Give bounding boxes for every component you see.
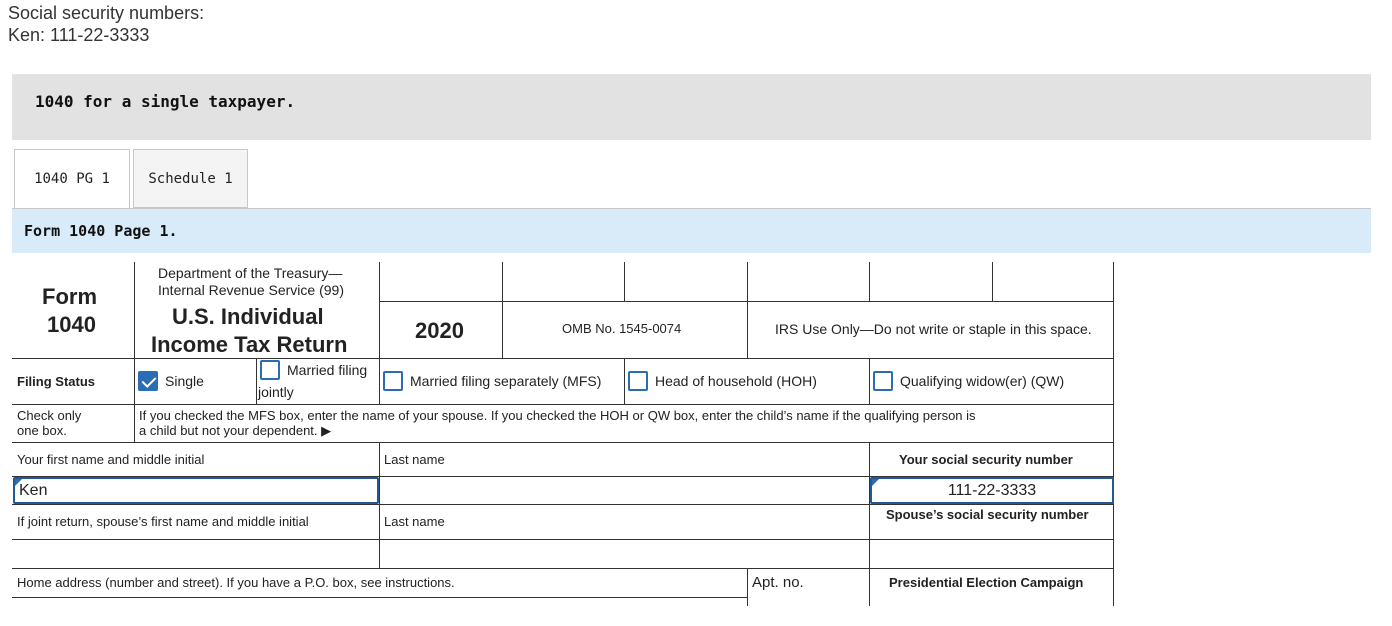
grid-line	[869, 568, 870, 606]
first-name-label: Your first name and middle initial	[17, 452, 205, 467]
grid-line	[12, 504, 1114, 505]
intro-text: Social security numbers: Ken: 111-22-333…	[8, 2, 204, 46]
qualifying-widow-checkbox[interactable]	[873, 371, 893, 391]
form-word: Form	[42, 284, 97, 309]
mfj-label-line-2: jointly	[258, 384, 294, 400]
grid-line	[869, 358, 870, 404]
single-label: Single	[165, 373, 204, 389]
grid-line	[12, 597, 748, 598]
grid-line	[12, 568, 1114, 569]
single-checkbox[interactable]	[138, 371, 158, 391]
problem-banner: 1040 for a single taxpayer.	[12, 74, 1371, 140]
field-marker-icon	[15, 479, 22, 486]
irs-use-only: IRS Use Only—Do not write or staple in t…	[775, 321, 1092, 337]
intro-line-2: Ken: 111-22-3333	[8, 25, 150, 45]
form-number: 1040	[47, 312, 96, 337]
tab-label: Schedule 1	[148, 170, 233, 187]
department-line-1: Department of the Treasury—	[158, 265, 343, 281]
department-line-2: Internal Revenue Service (99)	[158, 282, 344, 298]
qw-label: Qualifying widow(er) (QW)	[900, 373, 1065, 389]
ssn-label: Your social security number	[899, 452, 1073, 467]
spouse-ssn-label: Spouse’s social security number	[886, 507, 1089, 522]
intro-line-1: Social security numbers:	[8, 3, 205, 23]
grid-line	[624, 358, 625, 404]
grid-line	[747, 568, 748, 606]
section-header: Form 1040 Page 1.	[12, 209, 1371, 253]
grid-line	[379, 358, 380, 404]
spouse-ssn-input[interactable]	[870, 540, 1114, 568]
hoh-label: Head of household (HOH)	[655, 373, 817, 389]
grid-line	[747, 262, 748, 358]
check-only-line-1: Check only	[17, 408, 82, 423]
form-title-line-1: U.S. Individual	[172, 304, 324, 329]
filing-status-label: Filing Status	[17, 374, 95, 389]
grid-line	[12, 358, 1114, 359]
mfj-label-line-1: Married filing	[287, 362, 368, 378]
grid-line	[134, 262, 135, 442]
mfs-note-line-1: If you checked the MFS box, enter the na…	[139, 408, 976, 423]
grid-line	[379, 301, 1114, 302]
grid-line	[379, 262, 380, 358]
last-name-label: Last name	[384, 452, 445, 467]
apt-no-label: Apt. no.	[752, 574, 804, 591]
section-title: Form 1040 Page 1.	[24, 222, 178, 240]
spouse-last-name-label: Last name	[384, 514, 445, 529]
head-of-household-checkbox[interactable]	[628, 371, 648, 391]
grid-line	[12, 404, 1114, 405]
grid-line	[992, 262, 993, 302]
omb-number: OMB No. 1545-0074	[562, 321, 682, 336]
spouse-first-name-label: If joint return, spouse’s first name and…	[17, 514, 309, 529]
married-filing-jointly-checkbox[interactable]	[260, 360, 280, 380]
grid-line	[12, 442, 1114, 443]
presidential-campaign-label: Presidential Election Campaign	[889, 575, 1084, 590]
last-name-input[interactable]	[380, 477, 869, 504]
field-marker-icon	[872, 479, 879, 486]
spouse-first-name-input[interactable]	[13, 540, 379, 568]
grid-line	[624, 262, 625, 302]
tab-label: 1040 PG 1	[34, 171, 110, 187]
home-address-label: Home address (number and street). If you…	[17, 575, 455, 590]
married-filing-separately-checkbox[interactable]	[383, 371, 403, 391]
tab-schedule-1[interactable]: Schedule 1	[133, 149, 248, 208]
tax-year: 2020	[415, 318, 464, 343]
ssn-input[interactable]	[870, 477, 1114, 504]
grid-line	[256, 358, 257, 404]
tab-1040-pg-1[interactable]: 1040 PG 1	[14, 149, 130, 209]
spouse-last-name-input[interactable]	[380, 540, 869, 568]
grid-line	[869, 262, 870, 302]
first-name-input[interactable]	[13, 477, 379, 504]
banner-title: 1040 for a single taxpayer.	[35, 92, 296, 111]
form-title-line-2: Income Tax Return	[151, 332, 348, 357]
mfs-label: Married filing separately (MFS)	[410, 373, 602, 389]
mfs-note-line-2: a child but not your dependent. ▶	[139, 423, 332, 438]
grid-line	[502, 262, 503, 358]
check-only-line-2: one box.	[17, 423, 67, 438]
